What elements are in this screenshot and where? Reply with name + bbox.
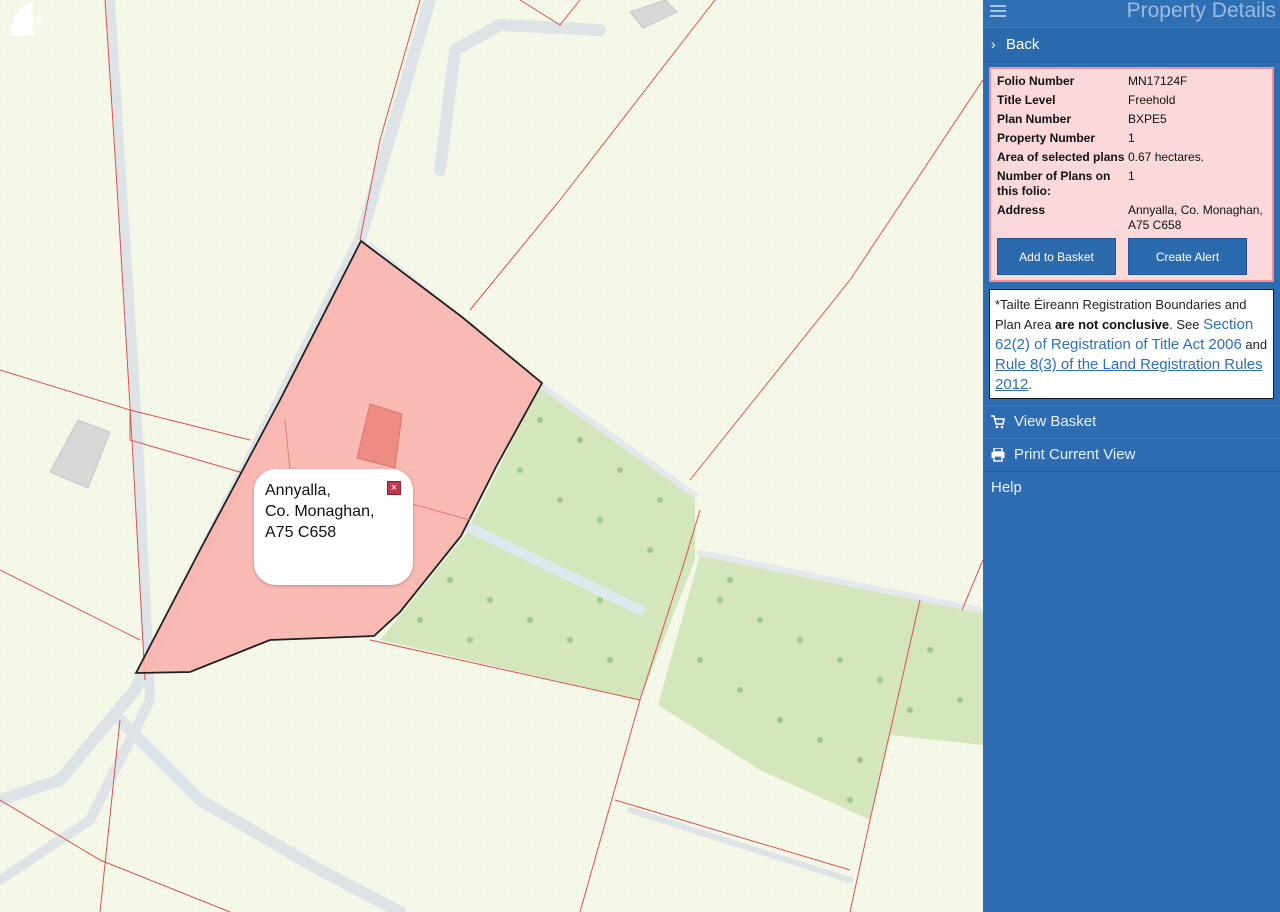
notice-text-4: . (1028, 377, 1032, 392)
panel-title: Property Details (1126, 0, 1276, 22)
property-details-panel: Property Details › Back Folio Number MN17… (983, 0, 1280, 912)
details-key: Property Number (997, 131, 1096, 145)
cart-icon (991, 415, 1005, 429)
details-row: Folio Number MN17124F (997, 74, 1268, 93)
details-row: Number of Plans on this folio: 1 (997, 169, 1268, 203)
details-value: BXPE5 (1128, 112, 1167, 126)
add-to-basket-button[interactable]: Add to Basket (997, 238, 1116, 275)
hamburger-menu-icon[interactable] (990, 3, 1006, 19)
notice-text-3: and (1241, 337, 1268, 352)
details-value: MN17124F (1128, 74, 1188, 88)
property-details-box: Folio Number MN17124F Title Level Freehold… (989, 67, 1274, 282)
notice-bold: are not conclusive (1055, 317, 1170, 332)
details-row: Property Number 1 (997, 131, 1268, 150)
details-value: Freehold (1128, 93, 1176, 107)
details-key: Address (997, 203, 1046, 217)
back-button[interactable]: › Back (983, 27, 1280, 62)
details-value: 1 (1128, 169, 1135, 183)
panel-header: Property Details (983, 0, 1280, 27)
details-key: Folio Number (997, 74, 1075, 88)
details-value: 1 (1128, 131, 1135, 145)
details-row: Area of selected plans 0.67 hectares. (997, 150, 1268, 169)
details-row: Address Annyalla, Co. Monaghan, A75 C658 (997, 203, 1268, 237)
details-value: Annyalla, Co. Monaghan, A75 C658 (1128, 203, 1263, 232)
popup-close-icon[interactable]: × (387, 481, 401, 495)
address-popup: Annyalla, Co. Monaghan, A75 C658 × (254, 469, 413, 585)
popup-line-3: A75 C658 (265, 524, 337, 541)
details-key: Plan Number (997, 112, 1072, 126)
notice-text-2: . See (1169, 317, 1204, 332)
details-key: Area of selected plans (997, 150, 1125, 164)
details-table: Folio Number MN17124F Title Level Freehold… (997, 74, 1268, 237)
popup-line-2: Co. Monaghan, (265, 503, 375, 520)
popup-address: Annyalla, Co. Monaghan, A75 C658 (265, 480, 390, 543)
print-view-label: Print Current View (1014, 446, 1136, 463)
printer-icon (991, 448, 1005, 462)
help-link[interactable]: Help (991, 479, 1022, 496)
map-layer[interactable] (0, 0, 983, 912)
details-row: Plan Number BXPE5 (997, 112, 1268, 131)
back-label: Back (1006, 36, 1040, 53)
disclaimer-notice: *Tailte Éireann Registration Boundaries … (989, 289, 1274, 399)
rule-8-link[interactable]: Rule 8(3) of the Land Registration Rules… (995, 356, 1263, 393)
popup-pointer (10, 0, 36, 36)
view-basket-label: View Basket (1014, 413, 1097, 430)
details-key: Number of Plans on this folio: (997, 169, 1111, 198)
popup-line-1: Annyalla, (265, 482, 331, 499)
create-alert-button[interactable]: Create Alert (1128, 238, 1247, 275)
view-basket-button[interactable]: View Basket (983, 405, 1280, 439)
details-key: Title Level (997, 93, 1056, 107)
print-view-button[interactable]: Print Current View (983, 438, 1280, 472)
chevron-right-icon: › (991, 36, 996, 52)
details-row: Title Level Freehold (997, 93, 1268, 112)
map-canvas[interactable]: tailte Annyalla, Co. Monaghan, A75 C658 … (0, 0, 983, 912)
details-value: 0.67 hectares. (1128, 150, 1205, 164)
